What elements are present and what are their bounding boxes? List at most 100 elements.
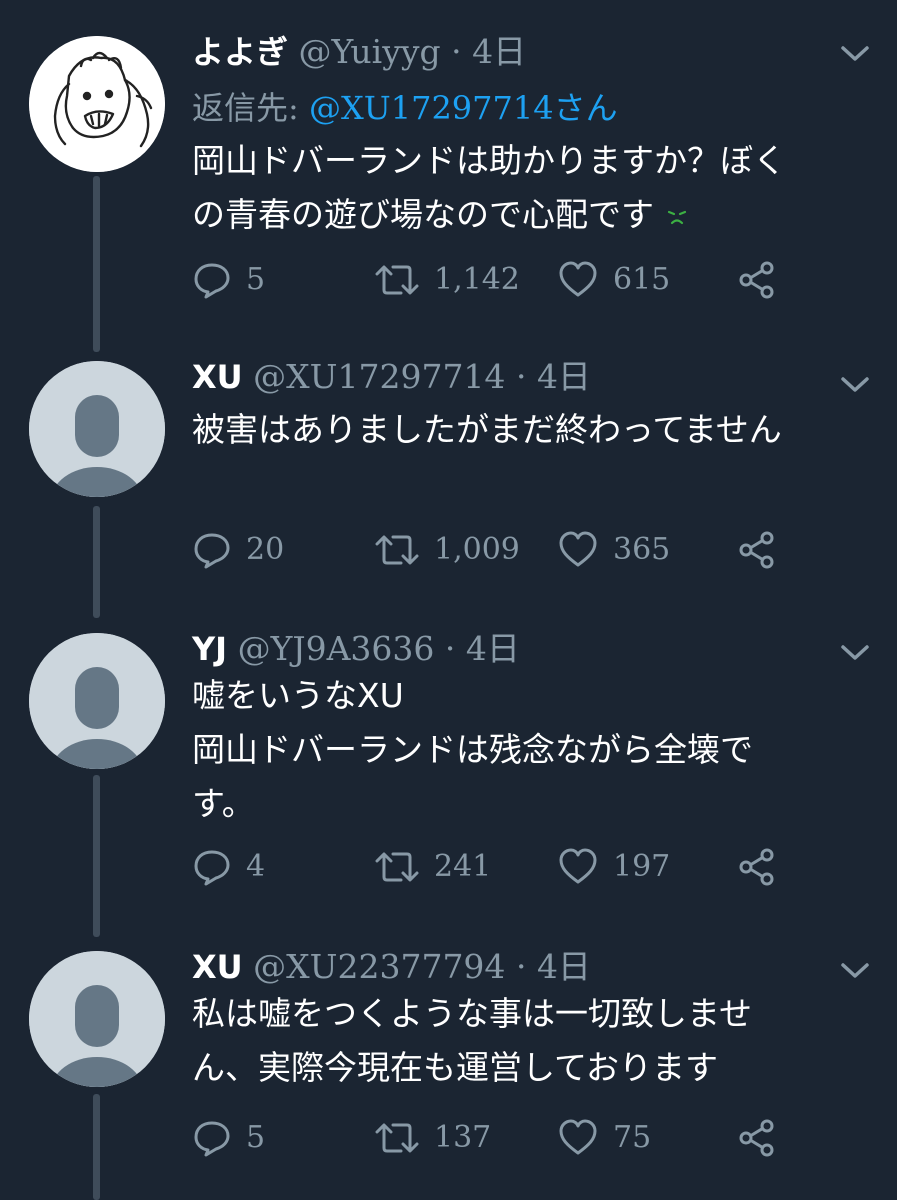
display-name[interactable]: XU bbox=[192, 358, 243, 396]
like-count: 615 bbox=[613, 262, 671, 297]
reply-button[interactable]: 5 bbox=[192, 1116, 265, 1160]
tweet-actions: 20 1,009 365 bbox=[192, 528, 792, 572]
timestamp[interactable]: 4日 bbox=[472, 32, 526, 71]
tweet-text-line: 嘘をいうなXU bbox=[192, 676, 404, 715]
timestamp[interactable]: 4日 bbox=[537, 947, 591, 986]
user-handle[interactable]: @XU17297714 bbox=[253, 357, 505, 396]
tweet-text: 岡山ドバーランドは助かりますか？ぼく の青春の遊び場なので心配です bbox=[192, 134, 852, 242]
retweet-button[interactable]: 137 bbox=[374, 1116, 491, 1160]
retweet-count: 1,142 bbox=[434, 262, 520, 297]
like-button[interactable]: 75 bbox=[557, 1116, 651, 1160]
chevron-down-icon[interactable] bbox=[838, 959, 872, 981]
reply-icon bbox=[194, 850, 230, 886]
tweet-actions: 5 1,142 615 bbox=[192, 258, 792, 302]
reply-icon bbox=[194, 533, 230, 569]
retweet-count: 1,009 bbox=[434, 532, 520, 567]
share-icon bbox=[739, 531, 774, 569]
timestamp[interactable]: 4日 bbox=[466, 629, 520, 668]
like-count: 197 bbox=[613, 849, 671, 884]
chevron-down-icon[interactable] bbox=[838, 373, 872, 395]
reply-icon bbox=[194, 1121, 230, 1157]
heart-icon bbox=[559, 848, 597, 884]
user-handle[interactable]: @XU22377794 bbox=[253, 947, 505, 986]
separator-dot: · bbox=[451, 32, 462, 71]
separator-dot: · bbox=[515, 947, 527, 986]
avatar[interactable] bbox=[29, 36, 165, 172]
share-button[interactable] bbox=[737, 528, 777, 572]
tweet-text: 被害はありましたがまだ終わってません bbox=[192, 403, 852, 457]
retweet-button[interactable]: 241 bbox=[374, 845, 491, 889]
user-handle[interactable]: @Yuiyyg bbox=[299, 32, 441, 71]
avatar-drawing-icon bbox=[29, 36, 165, 172]
tweet-text: 嘘をいうなXU 岡山ドバーランドは残念ながら全壊で す。 bbox=[192, 669, 852, 831]
like-button[interactable]: 197 bbox=[557, 845, 670, 889]
share-button[interactable] bbox=[737, 1116, 777, 1160]
heart-icon bbox=[559, 531, 597, 567]
display-name[interactable]: YJ bbox=[192, 630, 227, 668]
timestamp[interactable]: 4日 bbox=[537, 357, 591, 396]
tweet-header: よよぎ @Yuiyyg · 4日 bbox=[192, 30, 526, 74]
tweet-text-line: 被害はありましたがまだ終わってません bbox=[192, 410, 782, 449]
tweet-text: 私は嘘をつくような事は一切致しませ ん、実際今現在も運営しております bbox=[192, 987, 852, 1095]
tweet-text-line: す。 bbox=[192, 784, 255, 823]
heart-icon bbox=[559, 1119, 597, 1155]
reply-to: 返信先: @XU17297714さん bbox=[192, 86, 618, 130]
retweet-button[interactable]: 1,142 bbox=[374, 258, 520, 302]
like-count: 365 bbox=[613, 532, 671, 567]
like-count: 75 bbox=[613, 1120, 652, 1155]
share-button[interactable] bbox=[737, 845, 777, 889]
worried-face-icon bbox=[667, 210, 686, 225]
tweet-text-segment: の青春の遊び場なので心配です bbox=[192, 195, 654, 234]
retweet-count: 241 bbox=[434, 849, 492, 884]
tweet-text-line: の青春の遊び場なので心配です bbox=[192, 188, 852, 242]
reply-button[interactable]: 5 bbox=[192, 258, 265, 302]
user-handle[interactable]: @YJ9A3636 bbox=[238, 629, 435, 668]
tweet-actions: 4 241 197 bbox=[192, 845, 792, 889]
default-profile-icon bbox=[29, 361, 165, 497]
like-button[interactable]: 615 bbox=[557, 258, 670, 302]
share-icon bbox=[739, 1119, 774, 1157]
share-icon bbox=[739, 261, 774, 299]
tweet-text-line: 私は嘘をつくような事は一切致しませ bbox=[192, 994, 753, 1033]
retweet-icon bbox=[375, 265, 419, 295]
retweet-icon bbox=[375, 1123, 419, 1153]
reply-to-label: 返信先: bbox=[192, 89, 309, 127]
reply-count: 4 bbox=[246, 849, 266, 884]
display-name[interactable]: よよぎ bbox=[192, 33, 288, 71]
share-button[interactable] bbox=[737, 258, 777, 302]
reply-count: 5 bbox=[246, 262, 266, 297]
separator-dot: · bbox=[444, 629, 456, 668]
tweet-header: XU @XU17297714 · 4日 bbox=[192, 355, 591, 399]
chevron-down-icon[interactable] bbox=[838, 42, 872, 64]
tweet-text-line: 岡山ドバーランドは残念ながら全壊で bbox=[192, 730, 753, 769]
share-icon bbox=[739, 848, 774, 886]
avatar[interactable] bbox=[29, 633, 165, 769]
retweet-button[interactable]: 1,009 bbox=[374, 528, 520, 572]
reply-button[interactable]: 4 bbox=[192, 845, 265, 889]
retweet-count: 137 bbox=[434, 1120, 492, 1155]
default-profile-icon bbox=[29, 951, 165, 1087]
like-button[interactable]: 365 bbox=[557, 528, 670, 572]
reply-button[interactable]: 20 bbox=[192, 528, 284, 572]
tweet-text-line: 岡山ドバーランドは助かりますか？ぼく bbox=[192, 141, 786, 180]
tweet-header: YJ @YJ9A3636 · 4日 bbox=[192, 627, 520, 671]
retweet-icon bbox=[375, 852, 419, 882]
chevron-down-icon[interactable] bbox=[838, 641, 872, 663]
avatar[interactable] bbox=[29, 951, 165, 1087]
reply-to-mention[interactable]: @XU17297714さん bbox=[309, 89, 618, 127]
tweet[interactable]: よよぎ @Yuiyyg · 4日 返信先: @XU17297714さん 岡山ドバ… bbox=[0, 0, 897, 345]
avatar[interactable] bbox=[29, 361, 165, 497]
default-profile-icon bbox=[29, 633, 165, 769]
display-name[interactable]: XU bbox=[192, 948, 243, 986]
tweet-actions: 5 137 75 bbox=[192, 1116, 792, 1160]
retweet-icon bbox=[375, 535, 419, 565]
tweet[interactable]: YJ @YJ9A3636 · 4日 嘘をいうなXU 岡山ドバーランドは残念ながら… bbox=[0, 617, 897, 935]
separator-dot: · bbox=[515, 357, 527, 396]
tweet[interactable]: XU @XU22377794 · 4日 私は嘘をつくような事は一切致しませ ん、… bbox=[0, 935, 897, 1200]
tweet-header: XU @XU22377794 · 4日 bbox=[192, 945, 591, 989]
heart-icon bbox=[559, 261, 597, 297]
reply-count: 5 bbox=[246, 1120, 266, 1155]
tweet-text-line: ん、実際今現在も運営しております bbox=[192, 1048, 719, 1087]
tweet[interactable]: XU @XU17297714 · 4日 被害はありましたがまだ終わってません 2… bbox=[0, 345, 897, 617]
reply-count: 20 bbox=[246, 532, 285, 567]
